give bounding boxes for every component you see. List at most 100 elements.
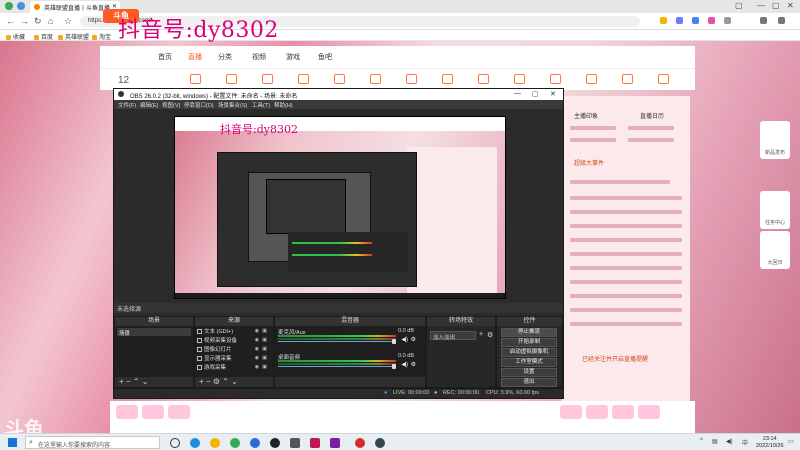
visibility-eye-icon[interactable]: ◉: [255, 355, 259, 361]
add-icon[interactable]: +: [199, 377, 204, 386]
visibility-eye-icon[interactable]: ◉: [255, 337, 259, 343]
app-icon[interactable]: [375, 438, 385, 448]
minimize-icon[interactable]: —: [514, 90, 521, 97]
nav-video[interactable]: 视频: [252, 52, 266, 62]
exit-button[interactable]: 退出: [501, 378, 557, 387]
task-view-icon[interactable]: [170, 438, 180, 448]
notification-icon[interactable]: ▭: [788, 438, 794, 445]
volume-slider-handle[interactable]: [392, 364, 396, 369]
side-promo-card[interactable]: 大回归: [760, 231, 790, 269]
category-icon[interactable]: [586, 74, 597, 84]
menu-file[interactable]: 文件(F): [118, 101, 136, 109]
lock-icon[interactable]: ▣: [262, 364, 267, 370]
source-item[interactable]: 视频采集设备 ◉ ▣: [197, 336, 269, 344]
chrome-icon[interactable]: [210, 438, 220, 448]
volume-slider[interactable]: [278, 341, 396, 342]
back-icon[interactable]: ←: [6, 16, 15, 26]
nav-fishbar[interactable]: 鱼吧: [318, 52, 332, 62]
add-icon[interactable]: +: [119, 377, 124, 386]
gift-icon[interactable]: [586, 405, 608, 419]
menu-icon[interactable]: [778, 17, 785, 24]
volume-icon[interactable]: ◀): [726, 438, 733, 445]
ime-icon[interactable]: 中: [742, 438, 748, 447]
app-icon[interactable]: [310, 438, 320, 448]
visibility-eye-icon[interactable]: ◉: [255, 328, 259, 334]
flash-icon[interactable]: [660, 17, 667, 24]
virtual-camera-button[interactable]: 启动虚拟摄像机: [501, 348, 557, 357]
app-icon[interactable]: [330, 438, 340, 448]
notice-title[interactable]: 超级大事件: [574, 158, 604, 167]
windows-start-icon[interactable]: [8, 438, 17, 447]
collections-icon[interactable]: [724, 17, 731, 24]
category-icon[interactable]: [298, 74, 309, 84]
app-icon[interactable]: [250, 438, 260, 448]
side-promo-card[interactable]: 任务中心: [760, 191, 790, 229]
nav-live[interactable]: 直播: [188, 52, 202, 62]
edge-icon[interactable]: [190, 438, 200, 448]
nav-home[interactable]: 首页: [158, 52, 172, 62]
bookmark-item[interactable]: 收藏: [6, 32, 25, 41]
lock-icon[interactable]: ▣: [262, 328, 267, 334]
tab-live-calendar[interactable]: 直播日历: [640, 111, 664, 120]
close-window-icon[interactable]: ✕: [787, 1, 794, 10]
source-item[interactable]: 文本 (GDI+) ◉ ▣: [197, 327, 269, 335]
category-icon[interactable]: [442, 74, 453, 84]
settings-button[interactable]: 设置: [501, 368, 557, 377]
gear-icon[interactable]: ⚙: [487, 331, 493, 339]
bookmark-star-icon[interactable]: ☆: [64, 16, 72, 27]
remove-icon[interactable]: −: [126, 377, 131, 386]
volume-slider-handle[interactable]: [392, 339, 396, 344]
taskbar-clock[interactable]: 23:14 2022/10/26: [756, 436, 784, 450]
gift-icon[interactable]: [612, 405, 634, 419]
maximize-icon[interactable]: ▢: [532, 90, 539, 98]
nav-category[interactable]: 分类: [218, 52, 232, 62]
lock-icon[interactable]: ▣: [262, 337, 267, 343]
source-item[interactable]: 游戏采集 ◉ ▣: [197, 363, 269, 371]
start-recording-button[interactable]: 开始录制: [501, 338, 557, 347]
tray-chevron-icon[interactable]: ^: [700, 438, 703, 444]
menu-scene-collection[interactable]: 场景集合(S): [218, 101, 247, 109]
move-down-icon[interactable]: ⌄: [231, 377, 238, 386]
extension-icon[interactable]: [676, 17, 683, 24]
bookmark-item[interactable]: 淘宝: [92, 32, 111, 41]
category-icon[interactable]: [226, 74, 237, 84]
gear-icon[interactable]: ⚙: [411, 336, 416, 343]
category-icon[interactable]: [406, 74, 417, 84]
tab-anchor-impression[interactable]: 主播印象: [574, 111, 598, 120]
translate-icon[interactable]: [692, 17, 699, 24]
tab-list-icon[interactable]: ▢: [735, 1, 743, 10]
gear-icon[interactable]: ⚙: [411, 361, 416, 368]
reload-icon[interactable]: ↻: [34, 16, 42, 27]
gift-icon[interactable]: [638, 405, 660, 419]
visibility-eye-icon[interactable]: ◉: [255, 364, 259, 370]
source-item[interactable]: 显示器采集 ◉ ▣: [197, 354, 269, 362]
category-icon[interactable]: [370, 74, 381, 84]
speaker-icon[interactable]: ◀): [401, 361, 408, 368]
menu-view[interactable]: 视图(V): [162, 101, 180, 109]
category-icon[interactable]: [334, 74, 345, 84]
gift-icon[interactable]: [168, 405, 190, 419]
lock-icon[interactable]: ▣: [262, 346, 267, 352]
gift-icon[interactable]: [116, 405, 138, 419]
gear-icon[interactable]: ⚙: [213, 377, 220, 386]
category-icon[interactable]: [622, 74, 633, 84]
nav-games[interactable]: 游戏: [286, 52, 300, 62]
taskbar-search[interactable]: 在这里输入你要搜索的内容: [25, 436, 160, 449]
move-down-icon[interactable]: ⌄: [142, 377, 149, 386]
source-item[interactable]: 图像幻灯片 ◉ ▣: [197, 345, 269, 353]
maximize-icon[interactable]: ▢: [772, 1, 780, 10]
transition-select[interactable]: 淡入淡出: [430, 331, 476, 341]
download-icon[interactable]: [760, 17, 767, 24]
menu-tools[interactable]: 工具(T): [252, 101, 270, 109]
app-icon[interactable]: [290, 438, 300, 448]
network-icon[interactable]: ▤: [712, 438, 718, 445]
remove-icon[interactable]: −: [206, 377, 211, 386]
home-icon[interactable]: ⌂: [48, 16, 53, 26]
obs-taskbar-icon[interactable]: [270, 438, 280, 448]
category-icon[interactable]: [190, 74, 201, 84]
menu-docks[interactable]: 停靠窗口(D): [184, 101, 214, 109]
menu-edit[interactable]: 编辑(E): [140, 101, 158, 109]
app-icon[interactable]: [230, 438, 240, 448]
lock-icon[interactable]: ▣: [262, 355, 267, 361]
scene-item[interactable]: 场景: [117, 328, 191, 337]
